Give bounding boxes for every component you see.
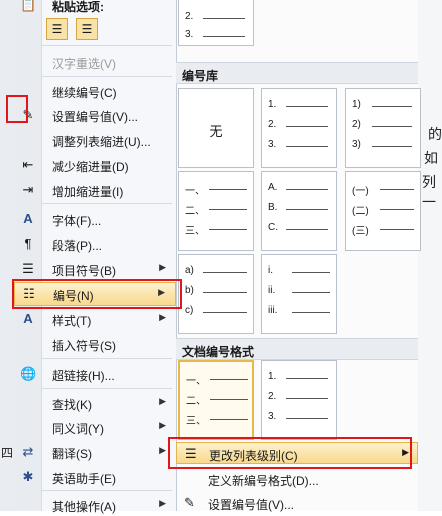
font-icon: A [23,211,33,226]
document-format-chinese[interactable]: 一、 二、 三、 [178,360,254,440]
numbering-format-arabic-paren[interactable]: 1) 2) 3) [345,88,421,168]
menu-separator [42,490,172,491]
menu-item-insert-symbol[interactable]: 插入符号(S) [14,333,176,355]
numbering-format-recent[interactable]: 2. 3. [178,0,254,46]
submenu-arrow-icon: ▶ [159,445,166,455]
menu-item-set-numbering-value[interactable]: ✎ 设置编号值(V)... [14,104,176,126]
menu-item-other-actions[interactable]: 其他操作(A) ▶ [14,494,176,516]
menu-item-synonyms[interactable]: 同义词(Y) ▶ [14,416,176,438]
menu-item-hyperlink[interactable]: 🌐 超链接(H)... [14,363,176,385]
clipboard-icon: 📋 [20,0,37,12]
submenu-arrow-icon: ▶ [402,447,409,457]
paste-merge-list-button[interactable]: ☰ [76,18,98,40]
menu-separator [42,45,172,46]
doc-char: 的 [428,126,442,142]
change-list-level-icon: ☰ [185,446,197,461]
menu-item-continue-numbering[interactable]: 继续编号(C) [14,80,176,102]
doc-char: 如 [424,150,438,166]
paste-keep-list-button[interactable]: ☰ [46,18,68,40]
menu-item-font[interactable]: A 字体(F)... [14,208,176,230]
bullets-icon: ☰ [22,261,34,276]
numbering-format-upper-alpha[interactable]: A. B. C. [261,171,337,251]
decrease-indent-icon: ⇤ [22,157,34,172]
paste-options-header: 📋 粘贴选项: [14,0,176,16]
doc-char: 四 [1,446,14,460]
submenu-arrow-icon: ▶ [159,262,166,272]
change-list-level-item[interactable]: ☰ 更改列表级别(C) ▶ [176,442,418,464]
submenu-arrow-icon: ▶ [159,396,166,406]
numbering-icon: ☷ [23,286,35,301]
document-right-area: 的 如 列一 [418,0,442,511]
hyperlink-icon: 🌐 [20,366,37,381]
menu-item-increase-indent[interactable]: ⇥ 增加缩进量(I) [14,179,176,201]
numbering-format-chinese[interactable]: 一、 二、 三、 [178,171,254,251]
menu-item-find[interactable]: 查找(K) ▶ [14,392,176,414]
numbering-format-arabic-dot[interactable]: 1. 2. 3. [261,88,337,168]
submenu-arrow-icon: ▶ [159,498,166,508]
submenu-arrow-icon: ▶ [158,287,165,297]
pencil-icon: ✎ [22,107,34,122]
document-format-arabic[interactable]: 1. 2. 3. [261,360,337,440]
document-left-margin [0,0,15,511]
menu-item-chinese-reselect[interactable]: 汉字重选(V) [14,51,176,73]
translate-icon: ⇄ [22,444,34,459]
numbering-format-chinese-paren[interactable]: (一) (二) (三) [345,171,421,251]
numbering-format-lower-alpha[interactable]: a) b) c) [178,254,254,334]
define-new-number-format-item[interactable]: 定义新编号格式(D)... [176,468,418,490]
menu-item-numbering[interactable]: ☷ 编号(N) ▶ [14,282,176,306]
paragraph-icon: ¶ [24,236,32,251]
menu-item-paragraph[interactable]: ¶ 段落(P)... [14,233,176,255]
menu-item-adjust-list-indent[interactable]: 调整列表缩进(U)... [14,129,176,151]
pencil-icon: ✎ [184,495,195,510]
menu-item-decrease-indent[interactable]: ⇤ 减少缩进量(D) [14,154,176,176]
menu-item-english-assistant[interactable]: ✱ 英语助手(E) [14,466,176,488]
submenu-arrow-icon: ▶ [159,312,166,322]
menu-separator [42,203,172,204]
menu-separator [42,76,172,77]
submenu-arrow-icon: ▶ [159,420,166,430]
numbering-format-lower-roman[interactable]: i. ii. iii. [261,254,337,334]
doc-char: 列一 [422,174,436,210]
menu-separator [42,358,172,359]
numbering-library-title: 编号库 [176,62,418,84]
styles-icon: A [23,311,33,326]
english-assistant-icon: ✱ [22,469,34,484]
increase-indent-icon: ⇥ [22,182,34,197]
numbering-format-none[interactable]: 无 [178,88,254,168]
document-numbering-formats-title: 文档编号格式 [176,338,418,360]
menu-item-bullets[interactable]: ☰ 项目符号(B) ▶ [14,258,176,280]
menu-item-translate[interactable]: ⇄ 翻译(S) ▶ [14,441,176,463]
menu-item-styles[interactable]: A 样式(T) ▶ [14,308,176,330]
menu-separator [42,388,172,389]
